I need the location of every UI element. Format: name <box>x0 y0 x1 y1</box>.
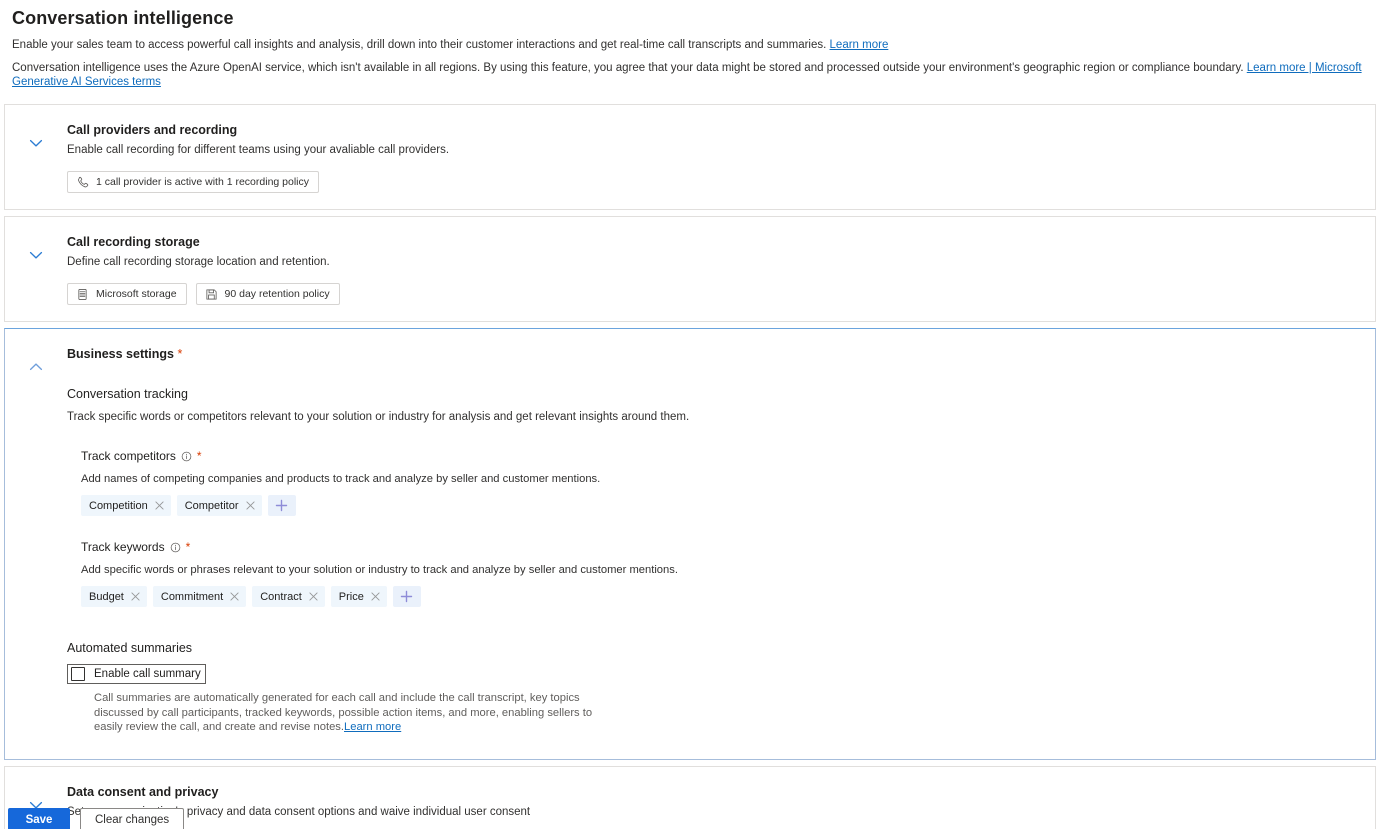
track-competitors-tags: Competition Competitor <box>81 495 1365 516</box>
page-description-2: Conversation intelligence uses the Azure… <box>12 61 1374 89</box>
card-call-providers-badges: 1 call provider is active with 1 recordi… <box>67 171 1365 193</box>
tag-chip-label: Price <box>338 590 364 603</box>
close-icon[interactable] <box>309 592 318 601</box>
close-icon[interactable] <box>245 501 255 510</box>
card-call-providers-chevron-col <box>5 105 67 151</box>
track-keywords-label-text: Track keywords <box>81 540 165 554</box>
info-icon[interactable] <box>181 451 192 462</box>
tag-chip-label: Budget <box>89 590 124 603</box>
field-track-keywords: Track keywords * Add specific words or p… <box>81 540 1365 607</box>
chevron-down-icon[interactable] <box>28 247 44 263</box>
tag-chip[interactable]: Contract <box>252 586 325 607</box>
card-business-settings-title: Business settings * <box>67 347 1365 361</box>
card-business-settings[interactable]: Business settings * Conversation trackin… <box>4 328 1376 760</box>
card-data-consent-title: Data consent and privacy <box>67 784 219 799</box>
field-track-competitors: Track competitors * Add names of competi… <box>81 449 1365 516</box>
track-keywords-description: Add specific words or phrases relevant t… <box>81 564 678 576</box>
card-call-recording-storage-body: Call recording storage Define call recor… <box>67 217 1375 321</box>
page-description-2-text: Conversation intelligence uses the Azure… <box>12 62 1244 74</box>
close-icon[interactable] <box>230 592 239 601</box>
page-description-1: Enable your sales team to access powerfu… <box>12 38 1374 52</box>
plus-icon <box>401 590 413 603</box>
tag-chip-label: Competitor <box>184 499 239 512</box>
settings-cards: Call providers and recording Enable call… <box>0 104 1380 829</box>
add-competitor-button[interactable] <box>267 495 296 516</box>
track-competitors-label-text: Track competitors <box>81 449 176 463</box>
card-call-recording-storage-title: Call recording storage <box>67 235 200 249</box>
track-keywords-required-asterisk: * <box>185 540 191 554</box>
save-button[interactable]: Save <box>8 808 70 829</box>
card-call-recording-storage-subtitle: Define call recording storage location a… <box>67 256 330 268</box>
close-icon[interactable] <box>371 592 380 601</box>
tag-chip[interactable]: Commitment <box>152 586 247 607</box>
chevron-up-icon[interactable] <box>28 359 44 375</box>
conversation-tracking-heading: Conversation tracking <box>67 387 188 401</box>
card-business-settings-chevron-col <box>5 329 67 375</box>
plus-icon <box>275 499 288 512</box>
database-icon <box>78 288 87 300</box>
page-header: Conversation intelligence Enable your sa… <box>0 8 1380 89</box>
card-business-settings-title-text: Business settings <box>67 347 174 361</box>
card-call-providers-body: Call providers and recording Enable call… <box>67 105 1375 209</box>
card-call-recording-storage-chevron-col <box>5 217 67 263</box>
tag-chip[interactable]: Competition <box>81 495 171 516</box>
call-summary-learn-more-link[interactable]: Learn more <box>344 721 401 733</box>
automated-summaries-heading: Automated summaries <box>67 641 193 655</box>
add-keyword-button[interactable] <box>392 586 421 607</box>
track-keywords-label: Track keywords * <box>81 540 1365 554</box>
info-icon[interactable] <box>170 542 181 553</box>
tag-chip[interactable]: Competitor <box>176 495 262 516</box>
badge-call-provider-status-label: 1 call provider is active with 1 recordi… <box>96 176 310 188</box>
badge-retention-policy: 90 day retention policy <box>195 283 340 305</box>
tag-chip-label: Competition <box>89 499 148 512</box>
card-call-providers-subtitle: Enable call recording for different team… <box>67 144 450 156</box>
card-data-consent-and-privacy[interactable]: Data consent and privacy Set your organi… <box>4 765 1376 829</box>
conversation-intelligence-page: Conversation intelligence Enable your sa… <box>0 8 1380 829</box>
tag-chip[interactable]: Budget <box>81 586 147 607</box>
card-data-consent-chevron-col <box>5 767 67 813</box>
card-data-consent-body: Data consent and privacy Set your organi… <box>67 767 1375 829</box>
enable-call-summary-help-text: Call summaries are automatically generat… <box>94 691 599 735</box>
badge-storage-location-label: Microsoft storage <box>96 288 177 300</box>
close-icon[interactable] <box>155 501 164 510</box>
track-competitors-required-asterisk: * <box>196 449 202 463</box>
enable-call-summary-checkbox[interactable]: Enable call summary <box>67 664 206 684</box>
page-description-1-text: Enable your sales team to access powerfu… <box>12 39 827 51</box>
form-actions: Save Clear changes <box>8 808 185 829</box>
enable-call-summary-label: Enable call summary <box>94 668 201 680</box>
badge-retention-policy-label: 90 day retention policy <box>224 288 330 300</box>
badge-call-provider-status: 1 call provider is active with 1 recordi… <box>67 171 320 193</box>
page-title: Conversation intelligence <box>12 8 234 28</box>
card-call-providers-title: Call providers and recording <box>67 123 238 137</box>
badge-storage-location: Microsoft storage <box>67 283 187 305</box>
save-icon <box>205 288 217 300</box>
track-competitors-description: Add names of competing companies and pro… <box>81 473 601 485</box>
learn-more-link-1[interactable]: Learn more <box>830 39 889 51</box>
conversation-tracking-description: Track specific words or competitors rele… <box>67 411 690 423</box>
card-business-settings-body: Business settings * Conversation trackin… <box>67 329 1375 759</box>
business-settings-content: Conversation tracking Track specific wor… <box>67 387 1365 743</box>
card-call-providers-and-recording[interactable]: Call providers and recording Enable call… <box>4 104 1376 210</box>
checkbox-box-icon[interactable] <box>71 667 85 681</box>
tag-chip-label: Commitment <box>160 590 224 603</box>
business-settings-required-asterisk: * <box>177 347 183 361</box>
close-icon[interactable] <box>131 592 140 601</box>
chevron-down-icon[interactable] <box>28 135 44 151</box>
tag-chip[interactable]: Price <box>330 586 387 607</box>
card-call-recording-storage[interactable]: Call recording storage Define call recor… <box>4 216 1376 322</box>
phone-icon <box>78 176 89 187</box>
card-call-recording-storage-badges: Microsoft storage 90 day retention polic… <box>67 283 1365 305</box>
track-competitors-label: Track competitors * <box>81 449 1365 463</box>
clear-changes-button[interactable]: Clear changes <box>80 808 185 829</box>
track-keywords-tags: Budget Commitment Contract Price <box>81 586 1365 607</box>
card-data-consent-subtitle: Set your organization's privacy and data… <box>67 805 531 818</box>
tag-chip-label: Contract <box>260 590 302 603</box>
